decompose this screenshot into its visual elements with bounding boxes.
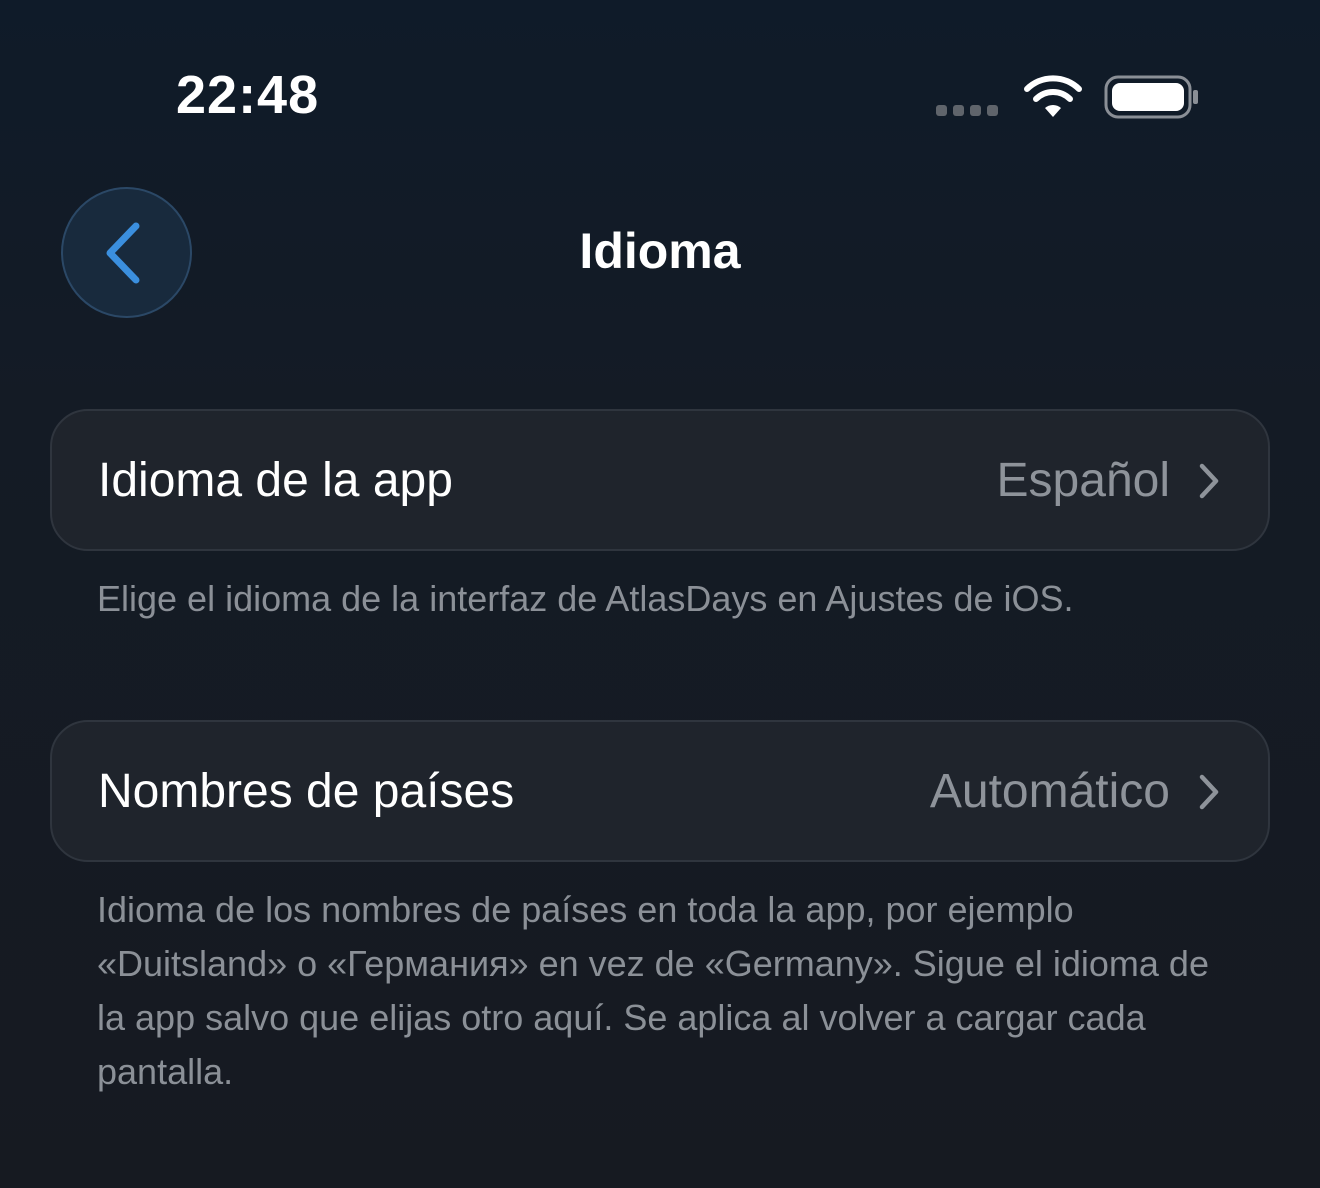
app-language-footer: Elige el idioma de la interfaz de AtlasD…	[97, 578, 1074, 619]
wifi-icon	[1024, 75, 1082, 117]
country-names-row[interactable]: Nombres de países Automático	[50, 720, 1270, 862]
app-language-label: Idioma de la app	[98, 454, 453, 507]
chevron-right-icon	[1199, 774, 1219, 810]
country-names-label: Nombres de países	[98, 765, 515, 818]
app-language-value: Español	[996, 454, 1170, 507]
app-language-row[interactable]: Idioma de la app Español	[50, 409, 1270, 551]
status-time: 22:48	[176, 65, 320, 125]
battery-icon	[1104, 75, 1198, 119]
page-title: Idioma	[579, 223, 741, 279]
chevron-left-icon	[106, 222, 139, 283]
back-button[interactable]	[61, 187, 192, 318]
chevron-right-icon	[1199, 463, 1219, 499]
country-names-footer: Idioma de los nombres de países en toda …	[97, 889, 1209, 1092]
country-names-value: Automático	[929, 765, 1170, 818]
status-bar: 22:48	[0, 0, 1320, 160]
signal-dots-icon	[936, 105, 998, 116]
